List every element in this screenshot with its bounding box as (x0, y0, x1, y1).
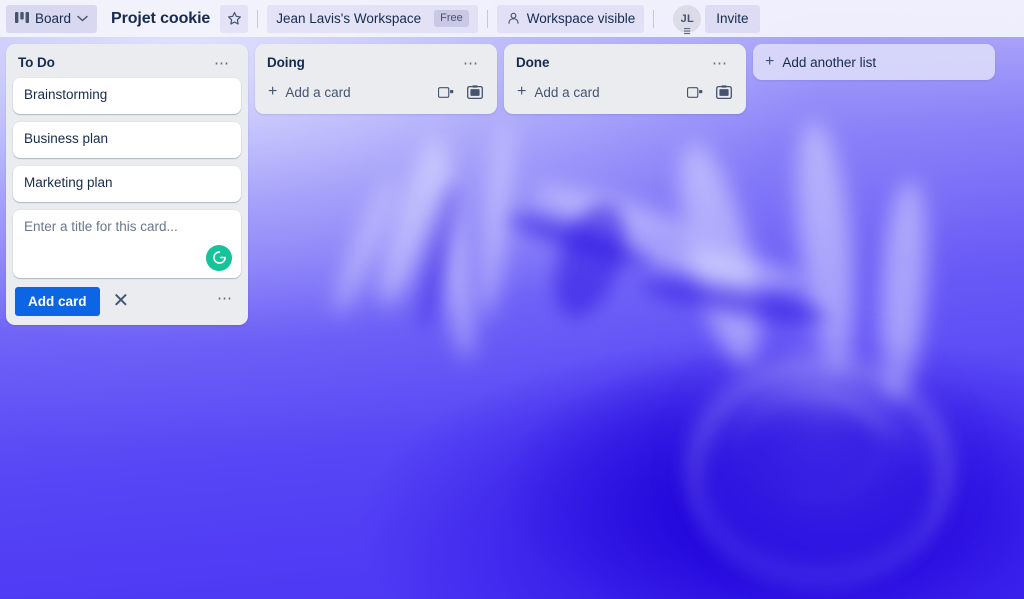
list-actions-ellipsis-icon[interactable]: ⋯ (209, 56, 235, 71)
card-title-input[interactable]: Enter a title for this card... (24, 219, 230, 234)
list-header: To Do ⋯ (13, 51, 241, 78)
header-divider (486, 9, 488, 28)
list-title[interactable]: Doing (267, 55, 305, 70)
list-title[interactable]: Done (516, 55, 549, 70)
image-attachment-icon[interactable] (467, 84, 483, 100)
board-canvas: To Do ⋯ Brainstorming Business plan Mark… (0, 37, 1024, 599)
board-visibility-button[interactable]: Workspace visible (496, 4, 645, 33)
avatar[interactable]: JL ☰ (673, 4, 702, 36)
add-a-card-row[interactable]: + Add a card (511, 78, 739, 107)
invite-button[interactable]: Invite (705, 4, 760, 33)
workspace-name-button[interactable]: Jean Lavis's Workspace Free (267, 4, 478, 33)
plus-icon: + (268, 83, 278, 100)
invite-label: Invite (716, 11, 749, 26)
card-template-icon[interactable] (687, 86, 703, 99)
list-title[interactable]: To Do (18, 55, 55, 70)
star-board-button[interactable] (220, 4, 249, 33)
add-a-card-row[interactable]: + Add a card (262, 78, 490, 107)
workspace-name-label: Jean Lavis's Workspace (276, 11, 422, 26)
list-done: Done ⋯ + Add a card (504, 44, 746, 114)
grammarly-icon[interactable] (206, 244, 232, 271)
card[interactable]: Brainstorming (13, 78, 241, 114)
card-composer[interactable]: Enter a title for this card... (13, 209, 241, 278)
list-actions-ellipsis-icon[interactable]: ⋯ (707, 56, 733, 71)
add-a-card-label: Add a card (285, 84, 351, 100)
add-card-tools (687, 84, 732, 100)
list-todo: To Do ⋯ Brainstorming Business plan Mark… (6, 44, 248, 325)
header-divider (653, 9, 655, 28)
board-visibility-label: Workspace visible (526, 11, 636, 26)
add-card-tools (438, 84, 483, 100)
plus-icon: + (517, 83, 527, 100)
card-composer-actions: Add card ✕ ⋯ (13, 286, 241, 318)
list-header: Doing ⋯ (262, 51, 490, 78)
add-a-card-label: Add a card (534, 84, 600, 100)
avatar-status-badge-icon: ☰ (683, 26, 692, 36)
list-doing: Doing ⋯ + Add a card (255, 44, 497, 114)
board-header-bar: Board Projet cookie Jean Lavis's Workspa… (0, 0, 1024, 37)
workspace-plan-badge: Free (434, 9, 469, 28)
list-actions-ellipsis-icon[interactable]: ⋯ (458, 56, 484, 71)
close-composer-icon[interactable]: ✕ (109, 289, 134, 313)
add-a-card-button[interactable]: + Add a card (517, 84, 600, 100)
header-divider (257, 9, 259, 28)
plus-icon: + (765, 53, 775, 70)
card[interactable]: Marketing plan (13, 165, 241, 202)
avatar-initials: JL (680, 12, 695, 25)
board-view-label: Board (35, 11, 72, 26)
board-view-switcher-button[interactable]: Board (6, 4, 98, 33)
star-icon (227, 11, 242, 26)
card[interactable]: Business plan (13, 121, 241, 158)
add-another-list-button[interactable]: + Add another list (753, 44, 995, 80)
page-title[interactable]: Projet cookie (97, 10, 220, 28)
people-icon (506, 11, 521, 26)
composer-more-options-icon[interactable]: ⋯ (211, 291, 239, 312)
add-another-list-label: Add another list (782, 54, 877, 70)
add-card-button[interactable]: Add card (15, 286, 100, 316)
add-a-card-button[interactable]: + Add a card (268, 84, 351, 100)
image-attachment-icon[interactable] (716, 84, 732, 100)
board-grid-icon (15, 12, 29, 25)
chevron-down-icon (77, 15, 88, 22)
list-header: Done ⋯ (511, 51, 739, 78)
card-template-icon[interactable] (438, 86, 454, 99)
